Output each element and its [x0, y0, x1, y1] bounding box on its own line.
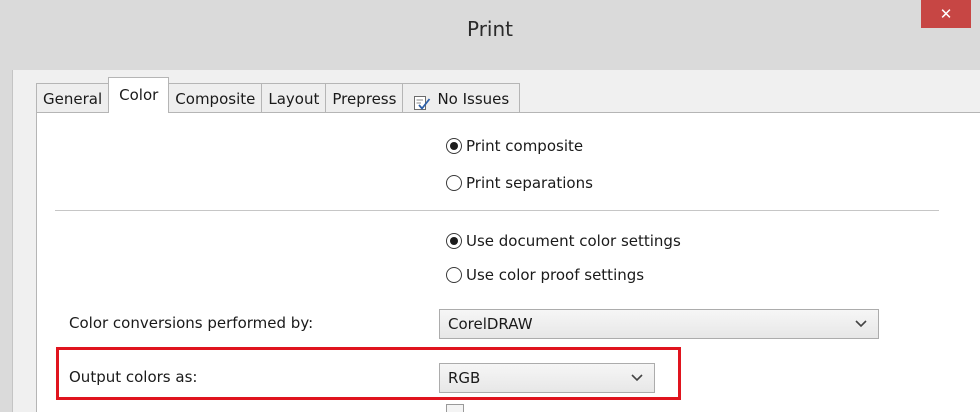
tab-label: No Issues — [437, 89, 510, 108]
tab-layout[interactable]: Layout — [261, 83, 327, 113]
radio-label: Use color proof settings — [466, 266, 645, 284]
radio-document-color-settings[interactable]: Use document color settings — [446, 232, 681, 250]
tab-label: General — [43, 89, 103, 108]
highlight-annotation — [56, 347, 681, 400]
radio-print-separations[interactable]: Print separations — [446, 174, 593, 192]
tab-strip: General Color Composite Layout Prepress … — [36, 77, 521, 113]
checkbox[interactable] — [446, 404, 464, 412]
issues-checklist-icon — [413, 91, 431, 110]
radio-button-icon — [446, 233, 462, 249]
print-dialog: Print ✕ General Color Composite Layout P… — [0, 0, 980, 412]
radio-color-proof-settings[interactable]: Use color proof settings — [446, 266, 644, 284]
tab-prepress[interactable]: Prepress — [325, 83, 404, 113]
tab-label: Composite — [175, 89, 256, 108]
title-bar[interactable]: Print ✕ — [0, 0, 980, 71]
tab-color[interactable]: Color — [108, 77, 170, 113]
tab-label: Prepress — [332, 89, 397, 108]
radio-button-icon — [446, 175, 462, 191]
section-divider — [55, 210, 939, 211]
tab-label: Color — [119, 86, 159, 104]
tab-no-issues[interactable]: No Issues — [402, 83, 521, 113]
window-frame — [0, 70, 13, 412]
chevron-down-icon — [854, 310, 868, 338]
tab-composite[interactable]: Composite — [168, 83, 263, 113]
radio-label: Use document color settings — [466, 232, 681, 250]
tab-label: Layout — [268, 89, 320, 108]
radio-label: Print separations — [466, 174, 593, 192]
radio-button-icon — [446, 138, 462, 154]
tab-general[interactable]: General — [36, 83, 110, 113]
dialog-title: Print — [466, 17, 513, 41]
color-conversions-label: Color conversions performed by: — [69, 314, 314, 332]
radio-print-composite[interactable]: Print composite — [446, 137, 583, 155]
radio-label: Print composite — [466, 137, 584, 155]
close-button[interactable]: ✕ — [921, 0, 971, 28]
radio-button-icon — [446, 267, 462, 283]
close-icon: ✕ — [939, 5, 953, 23]
dropdown-value: CorelDRAW — [448, 315, 533, 333]
color-conversions-dropdown[interactable]: CorelDRAW — [439, 309, 879, 339]
